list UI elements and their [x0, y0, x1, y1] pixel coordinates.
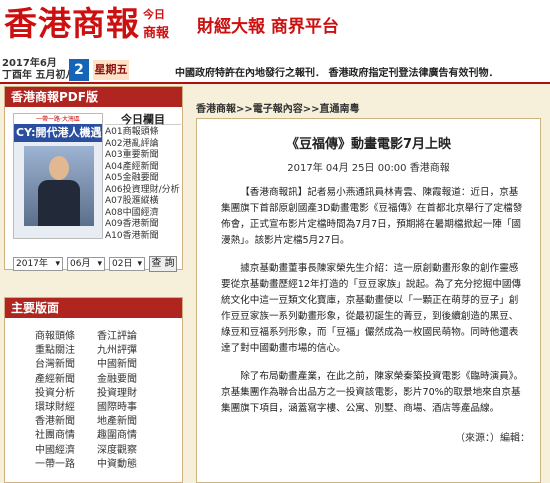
section-row: 重點關注 九州評彈 [35, 342, 175, 356]
logo-sub-top: 今日 [143, 8, 165, 21]
sections-heading: 主要版面 [5, 298, 182, 318]
pdf-list-item[interactable]: A03重要新聞 [105, 150, 181, 162]
thumb-bar: 一帶一路‧大灣區 [14, 114, 102, 124]
day-number: 2 [69, 59, 89, 81]
pdf-list-item[interactable]: A02港亂評論 [105, 139, 181, 151]
site-header: 香港商報 今日 商報 財經大報 商界平台 [0, 0, 550, 56]
pdf-list-title: 今日欄目 [105, 111, 181, 126]
section-link[interactable]: 中資動態 [97, 458, 159, 472]
thumb-face [49, 156, 69, 180]
month-select[interactable]: 06月 [67, 257, 105, 271]
weekday: 星期五 [93, 60, 129, 80]
pdf-list-item[interactable]: A08中國經濟 [105, 208, 181, 220]
pdf-list-item[interactable]: A01商報頭條 [105, 127, 181, 139]
main-sections-panel: 主要版面 商報頭條 香江評論 重點關注 九州評彈 台灣新聞 中國新聞 產經新聞 金融要聞… [4, 297, 183, 483]
site-logo[interactable]: 香港商報 [4, 4, 140, 44]
news-ticker: 中國政府特許在內地發行之報刊． 香港政府指定刊登法律廣告有效刊物． [175, 68, 499, 79]
section-row: 環球財經 國際時事 [35, 399, 175, 413]
sections-grid: 商報頭條 香江評論 重點關注 九州評彈 台灣新聞 中國新聞 產經新聞 金融要聞 投資分析… [35, 328, 175, 470]
year-select[interactable]: 2017年 [13, 257, 63, 271]
section-row: 一帶一路 中資動態 [35, 456, 175, 470]
article-source: （來源：）編輯： [455, 433, 530, 444]
section-row: 投資分析 投資理財 [35, 385, 175, 399]
article-paragraph: 據京基動畫董事長陳家榮先生介紹：這一原創動畫形象的創作靈感要從京基動畫歷經12年… [221, 263, 522, 354]
slogan: 財經大報 商界平台 [197, 17, 339, 37]
pdf-list-item[interactable]: A07股滙縱橫 [105, 196, 181, 208]
date-bar: 2017年6月 丁酉年 五月初八 2 星期五 中國政府特許在內地發行之報刊． 香… [0, 56, 550, 84]
section-row: 產經新聞 金融要聞 [35, 371, 175, 385]
pdf-edition-panel: 香港商報PDF版 一帶一路‧大灣區 CY:開代港人機遇 今日欄目 A01商報頭條… [4, 86, 183, 272]
date-block: 2017年6月 丁酉年 五月初八 [2, 58, 75, 82]
article-meta: 2017年 04月 25日 00:00 香港商報 [287, 163, 450, 174]
article-panel: 《豆福傳》動畫電影7月上映 2017年 04月 25日 00:00 香港商報 【… [196, 118, 541, 483]
pdf-thumbnail[interactable]: 一帶一路‧大灣區 CY:開代港人機遇 [13, 113, 103, 239]
date-line2: 丁酉年 五月初八 [2, 70, 76, 81]
article-paragraph: 【香港商報訊】記者易小燕通訊員林青雲、陳霞報道：近日，京基集團旗下首部原創國產3… [221, 187, 523, 246]
logo-sub: 今日 商報 [143, 6, 185, 41]
pdf-list-item[interactable]: A04產經新聞 [105, 162, 181, 174]
article-title: 《豆福傳》動畫電影7月上映 [285, 137, 452, 152]
pdf-list-item[interactable]: A09香港新聞 [105, 219, 181, 231]
pdf-list-item[interactable]: A05金融要聞 [105, 173, 181, 185]
section-row: 商報頭條 香江評論 [35, 328, 175, 342]
date-line1: 2017年6月 [2, 58, 57, 69]
section-row: 社團商情 趣圍商情 [35, 427, 175, 441]
section-row: 台灣新聞 中國新聞 [35, 356, 175, 370]
section-row: 香港新聞 地產新聞 [35, 413, 175, 427]
section-row: 中國經濟 深度觀察 [35, 442, 175, 456]
article-paragraph: 除了布局動畫產業，在此之前，陳家榮秦築投資電影《臨時演員》。京基集團作為聯合出品… [221, 371, 524, 414]
section-link[interactable]: 一帶一路 [35, 458, 97, 472]
query-button[interactable]: 查 詢 [149, 256, 177, 272]
logo-sub-bottom: 商報 [143, 22, 185, 41]
pdf-column-list: 今日欄目 A01商報頭條 A02港亂評論 A03重要新聞 A04產經新聞 A05… [105, 111, 181, 242]
thumb-caption: CY:開代港人機遇 [14, 124, 102, 142]
pdf-heading: 香港商報PDF版 [5, 87, 182, 107]
breadcrumb[interactable]: 香港商報>>電子報內容>>直通南粵 [196, 100, 360, 115]
thumb-photo [24, 146, 94, 226]
pdf-list-item[interactable]: A10香港新聞 [105, 231, 181, 243]
pdf-list-item[interactable]: A06投資理財/分析 [105, 185, 181, 197]
day-select[interactable]: 02日 [109, 257, 145, 271]
thumb-suit [38, 180, 80, 226]
article-body: 【香港商報訊】記者易小燕通訊員林青雲、陳霞報道：近日，京基集團旗下首部原創國產3… [221, 185, 527, 429]
